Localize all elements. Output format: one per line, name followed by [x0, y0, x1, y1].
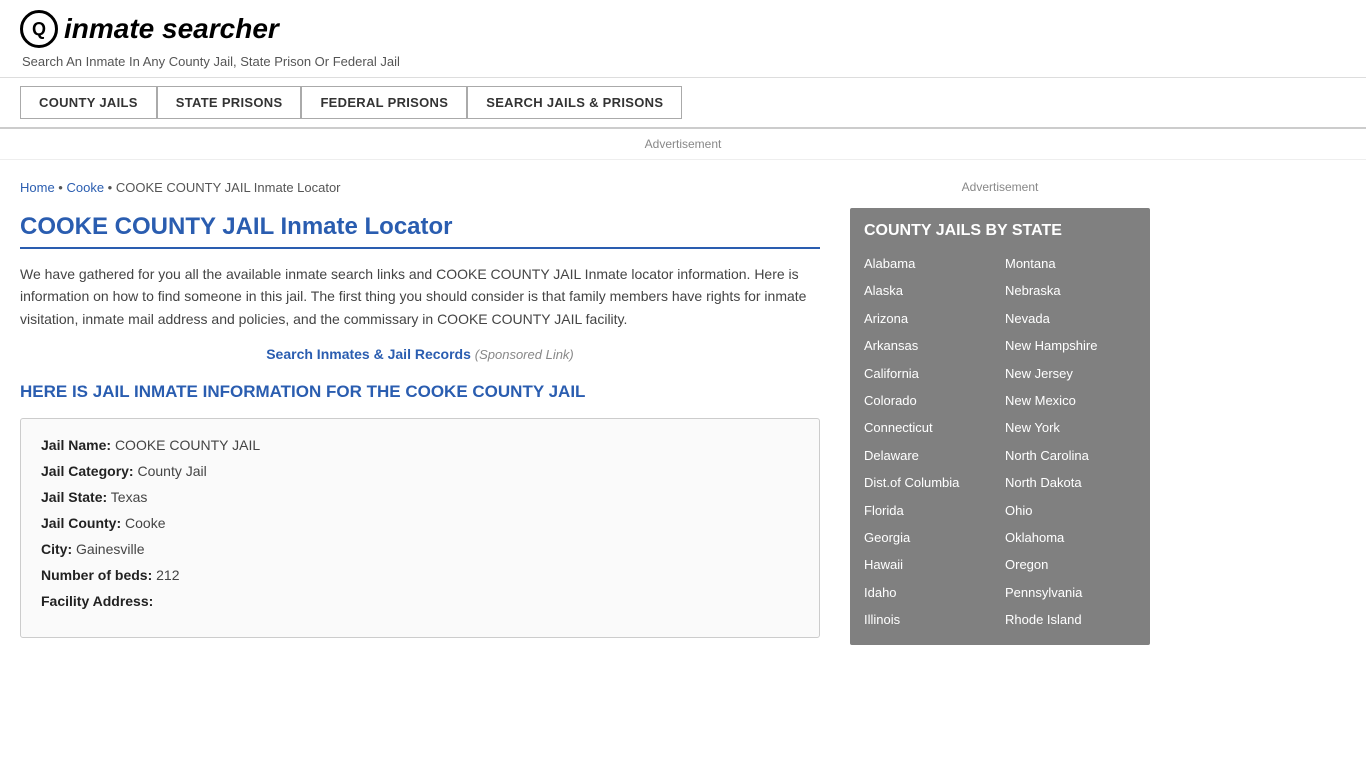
state-link-col2-1[interactable]: Nebraska	[1005, 279, 1136, 302]
state-link-col2-4[interactable]: New Jersey	[1005, 362, 1136, 385]
state-link-col2-8[interactable]: North Dakota	[1005, 471, 1136, 494]
jail-beds-row: Number of beds: 212	[41, 567, 799, 583]
jail-category-value: County Jail	[137, 463, 206, 479]
jail-city-label: City:	[41, 541, 72, 557]
jail-category-label: Jail Category:	[41, 463, 134, 479]
state-link-col1-7[interactable]: Delaware	[864, 444, 995, 467]
logo-icon: Q	[20, 10, 58, 48]
jail-address-label: Facility Address:	[41, 593, 153, 609]
sponsored-link-area: Search Inmates & Jail Records (Sponsored…	[20, 346, 820, 362]
state-link-col1-10[interactable]: Georgia	[864, 526, 995, 549]
main-layout: Home • Cooke • COOKE COUNTY JAIL Inmate …	[0, 160, 1366, 658]
sidebar-ad: Advertisement	[850, 180, 1150, 194]
state-link-col2-5[interactable]: New Mexico	[1005, 389, 1136, 412]
state-link-col2-12[interactable]: Pennsylvania	[1005, 581, 1136, 604]
jail-address-row: Facility Address:	[41, 593, 799, 609]
state-link-col1-13[interactable]: Illinois	[864, 608, 995, 631]
description: We have gathered for you all the availab…	[20, 263, 820, 330]
header: Q inmate searcher Search An Inmate In An…	[0, 0, 1366, 78]
jail-beds-label: Number of beds:	[41, 567, 152, 583]
breadcrumb-cooke[interactable]: Cooke	[66, 180, 104, 195]
state-link-col1-3[interactable]: Arkansas	[864, 334, 995, 357]
state-link-col2-0[interactable]: Montana	[1005, 252, 1136, 275]
sponsored-label: (Sponsored Link)	[475, 347, 574, 362]
breadcrumb: Home • Cooke • COOKE COUNTY JAIL Inmate …	[20, 180, 820, 195]
sidebar: Advertisement COUNTY JAILS BY STATE Alab…	[840, 160, 1150, 658]
state-link-col1-0[interactable]: Alabama	[864, 252, 995, 275]
breadcrumb-home[interactable]: Home	[20, 180, 55, 195]
logo-text: inmate searcher	[64, 13, 279, 45]
state-link-col2-13[interactable]: Rhode Island	[1005, 608, 1136, 631]
county-jails-by-state-box: COUNTY JAILS BY STATE Alabama Montana Alas…	[850, 208, 1150, 645]
jail-state-value: Texas	[111, 489, 148, 505]
nav-bar: COUNTY JAILS STATE PRISONS FEDERAL PRISO…	[0, 78, 1366, 129]
ad-bar: Advertisement	[0, 129, 1366, 160]
jail-county-label: Jail County:	[41, 515, 121, 531]
state-link-col1-5[interactable]: Colorado	[864, 389, 995, 412]
jail-name-row: Jail Name: COOKE COUNTY JAIL	[41, 437, 799, 453]
page-title: COOKE COUNTY JAIL Inmate Locator	[20, 213, 820, 249]
logo-area: Q inmate searcher	[20, 10, 1346, 48]
jail-name-value: COOKE COUNTY JAIL	[115, 437, 260, 453]
nav-federal-prisons[interactable]: FEDERAL PRISONS	[301, 86, 467, 119]
sub-heading: HERE IS JAIL INMATE INFORMATION FOR THE …	[20, 382, 820, 402]
jail-name-label: Jail Name:	[41, 437, 111, 453]
nav-search-jails[interactable]: SEARCH JAILS & PRISONS	[467, 86, 682, 119]
state-link-col1-1[interactable]: Alaska	[864, 279, 995, 302]
state-link-col2-7[interactable]: North Carolina	[1005, 444, 1136, 467]
state-link-col2-9[interactable]: Ohio	[1005, 499, 1136, 522]
state-link-col2-11[interactable]: Oregon	[1005, 553, 1136, 576]
jail-beds-value: 212	[156, 567, 179, 583]
info-box: Jail Name: COOKE COUNTY JAIL Jail Catego…	[20, 418, 820, 638]
nav-state-prisons[interactable]: STATE PRISONS	[157, 86, 302, 119]
jail-city-row: City: Gainesville	[41, 541, 799, 557]
jail-state-label: Jail State:	[41, 489, 107, 505]
tagline: Search An Inmate In Any County Jail, Sta…	[22, 54, 1346, 69]
county-jails-title: COUNTY JAILS BY STATE	[864, 222, 1136, 240]
state-link-col1-8[interactable]: Dist.of Columbia	[864, 471, 995, 494]
jail-county-row: Jail County: Cooke	[41, 515, 799, 531]
state-link-col1-12[interactable]: Idaho	[864, 581, 995, 604]
state-link-col2-6[interactable]: New York	[1005, 416, 1136, 439]
jail-county-value: Cooke	[125, 515, 165, 531]
state-link-col1-2[interactable]: Arizona	[864, 307, 995, 330]
states-grid: Alabama Montana Alaska Nebraska Arizona Nevad…	[864, 252, 1136, 631]
jail-state-row: Jail State: Texas	[41, 489, 799, 505]
state-link-col2-10[interactable]: Oklahoma	[1005, 526, 1136, 549]
state-link-col1-4[interactable]: California	[864, 362, 995, 385]
state-link-col2-2[interactable]: Nevada	[1005, 307, 1136, 330]
nav-county-jails[interactable]: COUNTY JAILS	[20, 86, 157, 119]
breadcrumb-current: COOKE COUNTY JAIL Inmate Locator	[116, 180, 341, 195]
content-area: Home • Cooke • COOKE COUNTY JAIL Inmate …	[20, 160, 840, 658]
jail-city-value: Gainesville	[76, 541, 144, 557]
state-link-col1-11[interactable]: Hawaii	[864, 553, 995, 576]
state-link-col1-6[interactable]: Connecticut	[864, 416, 995, 439]
jail-category-row: Jail Category: County Jail	[41, 463, 799, 479]
sponsored-link[interactable]: Search Inmates & Jail Records	[266, 346, 471, 362]
state-link-col2-3[interactable]: New Hampshire	[1005, 334, 1136, 357]
state-link-col1-9[interactable]: Florida	[864, 499, 995, 522]
